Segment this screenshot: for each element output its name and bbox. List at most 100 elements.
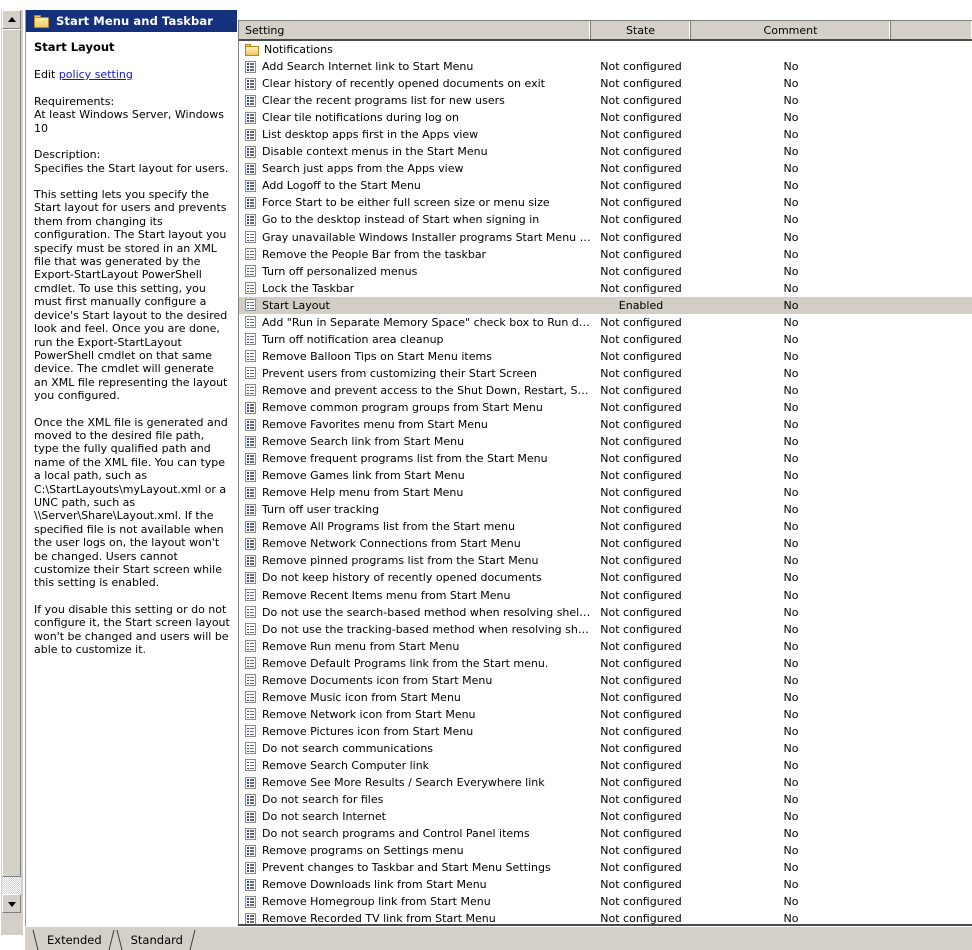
table-row[interactable]: Remove Recent Items menu from Start Menu… <box>239 587 972 604</box>
setting-name: Remove See More Results / Search Everywh… <box>262 776 545 790</box>
table-row[interactable]: Gray unavailable Windows Installer progr… <box>239 229 972 246</box>
table-row[interactable]: Clear the recent programs list for new u… <box>239 92 972 109</box>
table-row[interactable]: Remove Network icon from Start Menu Not c… <box>239 706 972 723</box>
setting-name: Do not use the search-based method when … <box>262 605 591 619</box>
table-row[interactable]: Remove the People Bar from the taskbar No… <box>239 246 972 263</box>
table-row[interactable]: Remove Favorites menu from Start Menu Not… <box>239 416 972 433</box>
table-row[interactable]: Turn off notification area cleanup Not co… <box>239 331 972 348</box>
policy-setting-icon <box>245 759 256 772</box>
cell-state: Not configured <box>600 60 682 74</box>
table-row[interactable]: Do not use the tracking-based method whe… <box>239 621 972 638</box>
policy-setting-icon <box>245 742 256 755</box>
cell-state: Not configured <box>600 537 682 551</box>
cell-state: Not configured <box>600 264 682 278</box>
policy-setting-icon <box>245 878 256 891</box>
cell-state: Not configured <box>600 878 682 892</box>
cell-state: Not configured <box>600 77 682 91</box>
cell-state: Not configured <box>600 724 682 738</box>
table-row[interactable]: Remove Music icon from Start Menu Not con… <box>239 689 972 706</box>
table-row[interactable]: Turn off personalized menus Not configure… <box>239 263 972 280</box>
cell-comment: No <box>783 281 799 295</box>
table-row[interactable]: Remove Balloon Tips on Start Menu items N… <box>239 348 972 365</box>
table-row[interactable]: Remove Downloads link from Start Menu Not… <box>239 876 972 893</box>
cell-setting: Remove pinned programs list from the Sta… <box>239 554 591 567</box>
table-row[interactable]: Do not search Internet Not configured No <box>239 808 972 825</box>
table-row[interactable]: Remove Recorded TV link from Start Menu N… <box>239 910 972 925</box>
table-row[interactable]: Remove Homegroup link from Start Menu Not… <box>239 893 972 910</box>
table-row[interactable]: Go to the desktop instead of Start when … <box>239 211 972 228</box>
cell-comment: No <box>783 298 799 312</box>
table-row[interactable]: Remove and prevent access to the Shut Do… <box>239 382 972 399</box>
table-row[interactable]: Remove Documents icon from Start Menu Not… <box>239 672 972 689</box>
cell-comment: No <box>783 230 799 244</box>
cell-comment: No <box>783 366 799 380</box>
table-row[interactable]: Do not search communications Not configur… <box>239 740 972 757</box>
table-row[interactable]: Remove programs on Settings menu Not conf… <box>239 842 972 859</box>
requirements-label: Requirements: <box>34 95 115 108</box>
table-row[interactable]: Remove Search link from Start Menu Not co… <box>239 433 972 450</box>
column-header-comment[interactable]: Comment <box>691 21 891 39</box>
table-row[interactable]: Remove common program groups from Start … <box>239 399 972 416</box>
cell-setting: Disable context menus in the Start Menu <box>239 145 591 158</box>
table-row[interactable]: List desktop apps first in the Apps view… <box>239 126 972 143</box>
table-row[interactable]: Force Start to be either full screen siz… <box>239 194 972 211</box>
cell-state: Not configured <box>600 247 682 261</box>
table-row[interactable]: Clear history of recently opened documen… <box>239 75 972 92</box>
edit-policy-setting-link[interactable]: policy setting <box>59 68 133 81</box>
scroll-down-button[interactable] <box>2 894 21 913</box>
setting-name: Remove Search link from Start Menu <box>262 435 465 449</box>
table-row[interactable]: Remove Games link from Start Menu Not con… <box>239 467 972 484</box>
table-row[interactable]: Notifications <box>239 41 972 58</box>
table-row[interactable]: Remove frequent programs list from the S… <box>239 450 972 467</box>
table-row[interactable]: Prevent changes to Taskbar and Start Men… <box>239 859 972 876</box>
cell-setting: Do not keep history of recently opened d… <box>239 571 591 584</box>
table-row[interactable]: Remove Run menu from Start Menu Not confi… <box>239 638 972 655</box>
table-row[interactable]: Prevent users from customizing their Sta… <box>239 365 972 382</box>
table-row[interactable]: Remove All Programs list from the Start … <box>239 518 972 535</box>
cell-state: Not configured <box>600 690 682 704</box>
cell-state: Not configured <box>600 281 682 295</box>
cell-state: Not configured <box>600 741 682 755</box>
table-row[interactable]: Remove Help menu from Start Menu Not conf… <box>239 484 972 501</box>
tab-extended[interactable]: Extended <box>31 929 115 950</box>
scrollbar-thumb[interactable] <box>2 29 21 877</box>
scroll-up-button[interactable] <box>2 10 21 29</box>
tab-standard[interactable]: Standard <box>115 929 196 950</box>
table-row[interactable]: Turn off user tracking Not configured No <box>239 501 972 518</box>
table-row[interactable]: Do not keep history of recently opened d… <box>239 569 972 586</box>
table-row[interactable]: Start Layout Enabled No <box>239 296 972 314</box>
table-row[interactable]: Add Logoff to the Start Menu Not configur… <box>239 177 972 194</box>
table-row[interactable]: Add "Run in Separate Memory Space" check… <box>239 314 972 331</box>
column-header-state[interactable]: State <box>591 21 691 39</box>
description-paragraph-1: This setting lets you specify the Start … <box>34 188 228 403</box>
cell-setting: Remove Search Computer link <box>239 759 591 772</box>
console-vertical-scrollbar[interactable] <box>0 10 23 935</box>
description-block: Description: Specifies the Start layout … <box>34 148 231 175</box>
cell-comment: No <box>783 605 799 619</box>
cell-setting: Notifications <box>239 43 591 56</box>
table-row[interactable]: Remove Network Connections from Start Me… <box>239 535 972 552</box>
setting-name: Remove frequent programs list from the S… <box>262 452 548 466</box>
table-row[interactable]: Lock the Taskbar Not configured No <box>239 280 972 297</box>
cell-comment: No <box>783 179 799 193</box>
column-header-setting[interactable]: Setting <box>239 21 591 39</box>
column-header-extra[interactable] <box>891 21 972 39</box>
cell-state: Not configured <box>600 605 682 619</box>
setting-name: Gray unavailable Windows Installer progr… <box>262 230 591 244</box>
setting-name: Remove Pictures icon from Start Menu <box>262 724 474 738</box>
folder-icon <box>34 14 49 28</box>
table-row[interactable]: Add Search Internet link to Start Menu No… <box>239 58 972 75</box>
table-row[interactable]: Remove Pictures icon from Start Menu Not … <box>239 723 972 740</box>
table-row[interactable]: Disable context menus in the Start Menu N… <box>239 143 972 160</box>
table-row[interactable]: Search just apps from the Apps view Not c… <box>239 160 972 177</box>
table-row[interactable]: Do not search for files Not configured No <box>239 791 972 808</box>
cell-setting: Do not search communications <box>239 742 591 755</box>
table-row[interactable]: Do not search programs and Control Panel… <box>239 825 972 842</box>
setting-name: Add "Run in Separate Memory Space" check… <box>262 315 591 329</box>
table-row[interactable]: Do not use the search-based method when … <box>239 604 972 621</box>
table-row[interactable]: Remove See More Results / Search Everywh… <box>239 774 972 791</box>
table-row[interactable]: Clear tile notifications during log on No… <box>239 109 972 126</box>
table-row[interactable]: Remove pinned programs list from the Sta… <box>239 552 972 569</box>
table-row[interactable]: Remove Search Computer link Not configure… <box>239 757 972 774</box>
table-row[interactable]: Remove Default Programs link from the St… <box>239 655 972 672</box>
